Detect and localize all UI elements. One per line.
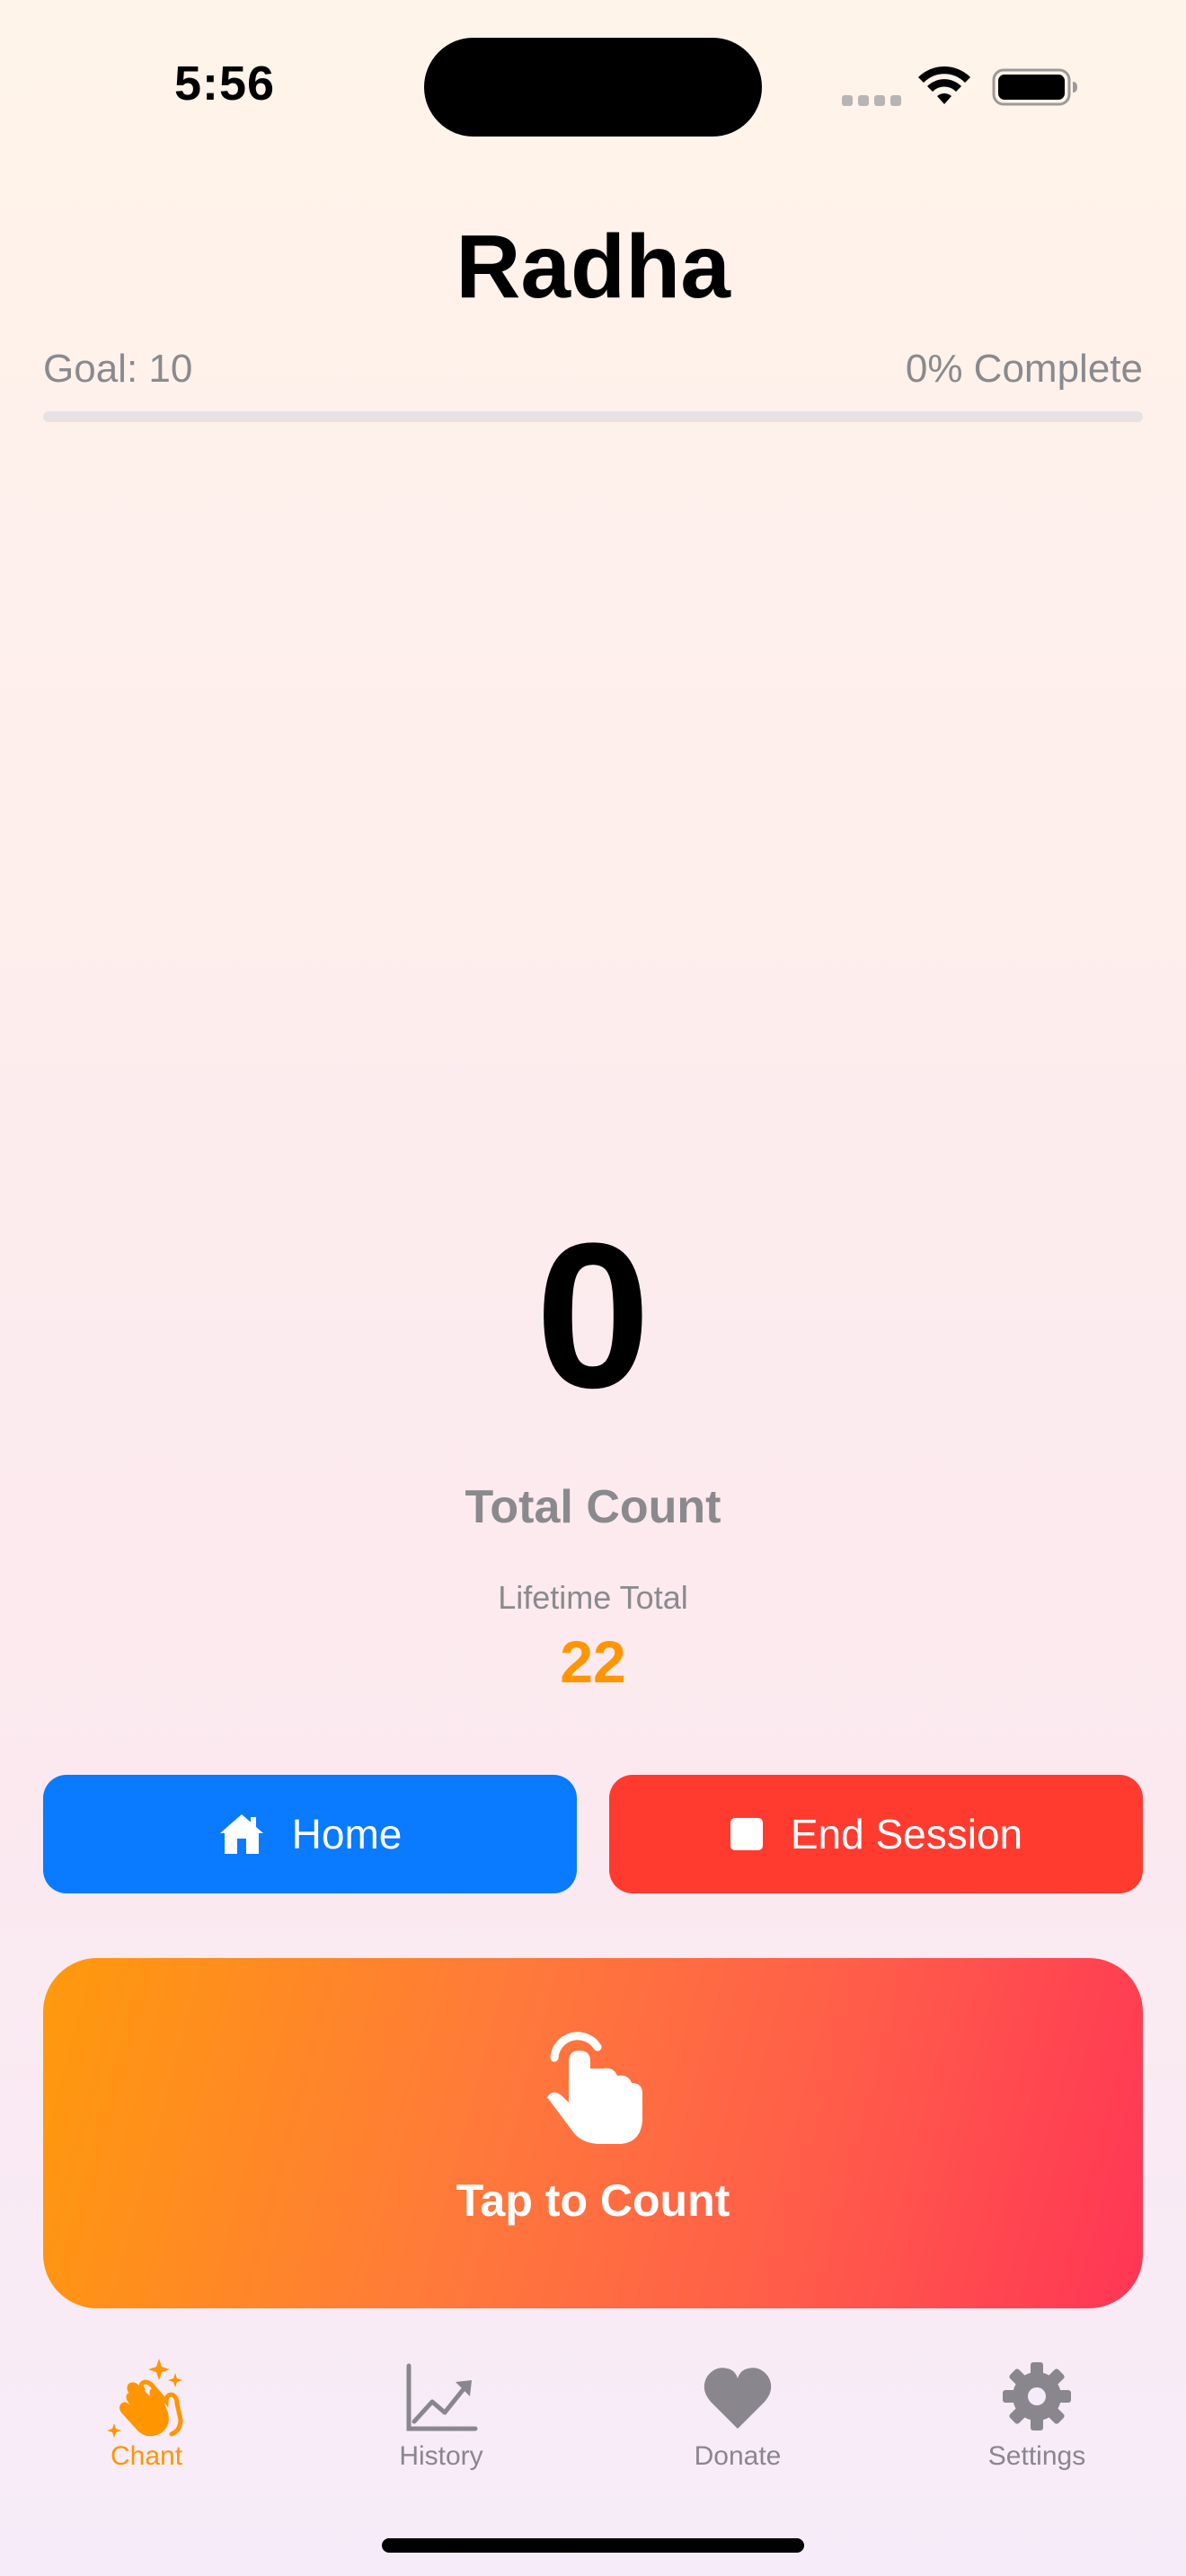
count-value: 0 xyxy=(535,1200,651,1431)
tab-chant-label: Chant xyxy=(110,2441,183,2471)
status-time: 5:56 xyxy=(173,57,276,110)
page-title: Radha xyxy=(456,216,730,317)
gear-icon xyxy=(1003,2362,1071,2430)
tab-donate-label: Donate xyxy=(694,2441,782,2471)
end-session-label: End Session xyxy=(790,1811,1023,1857)
tap-to-count-label: Tap to Count xyxy=(456,2175,730,2226)
progress-label: 0% Complete xyxy=(905,347,1143,391)
home-indicator xyxy=(382,2538,804,2553)
hand-tap-icon xyxy=(547,2032,642,2144)
dynamic-island xyxy=(424,38,762,137)
home-button-label: Home xyxy=(291,1811,403,1857)
tab-chant[interactable]: Chant xyxy=(48,2353,245,2472)
tab-history-label: History xyxy=(399,2441,483,2471)
stop-icon xyxy=(730,1818,763,1850)
chart-line-icon xyxy=(406,2363,478,2431)
progress-bar xyxy=(43,411,1143,422)
clapping-hands-icon xyxy=(107,2359,183,2438)
tab-history[interactable]: History xyxy=(342,2353,540,2472)
lifetime-value: 22 xyxy=(560,1628,626,1695)
lifetime-label: Lifetime Total xyxy=(498,1579,688,1616)
tab-donate[interactable]: Donate xyxy=(639,2353,836,2472)
wifi-icon xyxy=(918,66,970,104)
tab-bar: Chant History Donate Settings xyxy=(0,2353,1186,2488)
tab-settings-label: Settings xyxy=(987,2441,1086,2471)
home-button[interactable]: Home xyxy=(43,1775,577,1893)
battery-icon xyxy=(992,68,1077,106)
end-session-button[interactable]: End Session xyxy=(609,1775,1143,1893)
count-label: Total Count xyxy=(465,1481,721,1533)
heart-icon xyxy=(704,2368,772,2429)
tap-to-count-button[interactable]: Tap to Count xyxy=(43,1958,1143,2308)
signal-icon xyxy=(842,95,901,106)
goal-label: Goal: 10 xyxy=(43,347,193,391)
tab-settings[interactable]: Settings xyxy=(938,2353,1136,2472)
house-icon xyxy=(219,1814,263,1854)
